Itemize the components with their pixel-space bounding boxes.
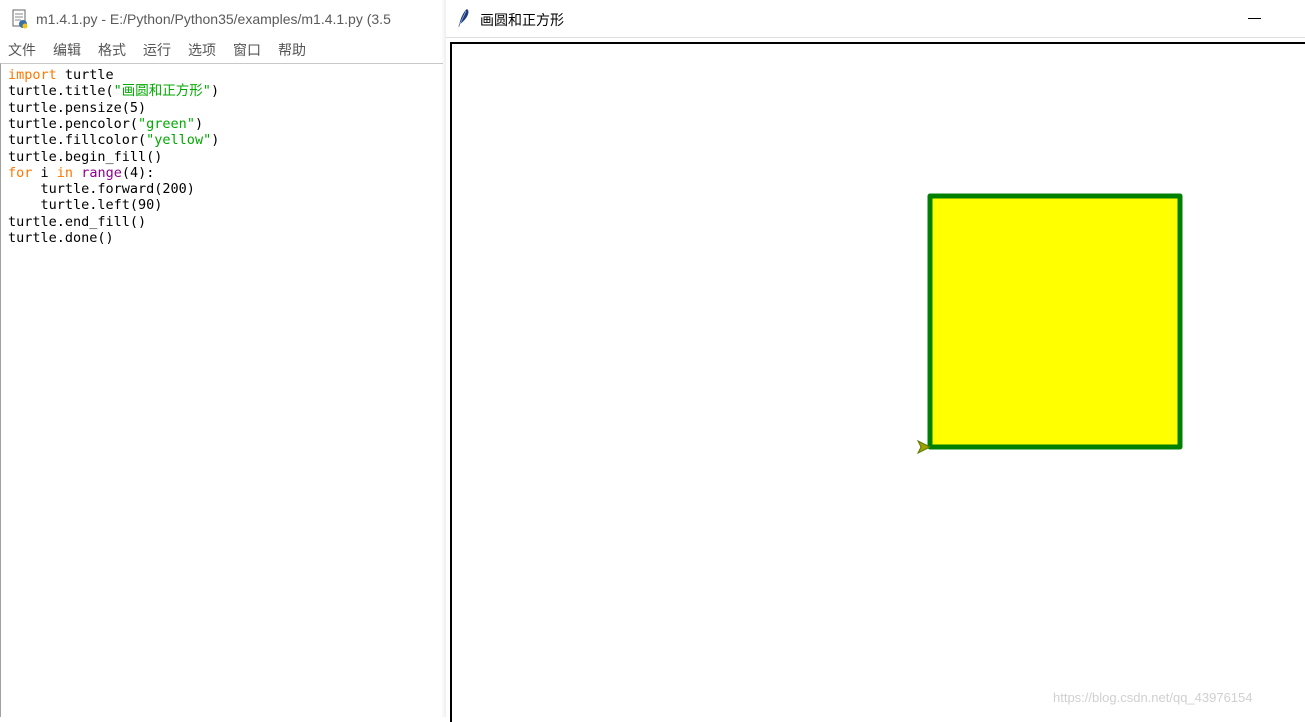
code-line: turtle.fillcolor("yellow") bbox=[8, 132, 219, 148]
idle-menu-bar: 文件 编辑 格式 运行 选项 窗口 帮助 bbox=[0, 38, 444, 62]
code-line: turtle.title("画圆和正方形") bbox=[8, 83, 219, 99]
code-token: turtle.pencolor( bbox=[8, 115, 139, 132]
code-token: for bbox=[8, 164, 33, 181]
code-token: i bbox=[32, 164, 57, 181]
code-token: (4): bbox=[121, 164, 155, 181]
menu-format[interactable]: 格式 bbox=[98, 40, 126, 60]
python-file-icon bbox=[10, 9, 30, 29]
menu-window[interactable]: 窗口 bbox=[233, 40, 261, 60]
code-token: ) bbox=[210, 83, 220, 100]
code-token: turtle.pensize(5) bbox=[8, 99, 147, 116]
code-token: turtle.left(90) bbox=[8, 197, 163, 214]
minimize-button[interactable] bbox=[1242, 0, 1268, 36]
code-token: turtle.forward(200) bbox=[8, 181, 195, 198]
code-token: in bbox=[56, 164, 74, 181]
code-token: "画圆和正方形" bbox=[113, 83, 211, 100]
code-line: turtle.left(90) bbox=[8, 197, 163, 214]
minimize-icon bbox=[1248, 18, 1261, 19]
turtle-title-bar[interactable]: 画圆和正方形 bbox=[446, 0, 1305, 38]
code-line: turtle.forward(200) bbox=[8, 181, 195, 197]
menu-options[interactable]: 选项 bbox=[188, 40, 216, 60]
code-token: ) bbox=[194, 115, 204, 132]
turtle-graphics-window: 画圆和正方形 bbox=[446, 0, 1305, 722]
code-line: import turtle bbox=[8, 67, 114, 83]
code-token: range bbox=[81, 164, 122, 181]
code-token: "green" bbox=[138, 115, 195, 132]
menu-run[interactable]: 运行 bbox=[143, 40, 171, 60]
turtle-window-title: 画圆和正方形 bbox=[480, 13, 564, 29]
code-token: turtle.done() bbox=[8, 230, 114, 246]
code-editor[interactable]: import turtle turtle.title("画圆和正方形") turtl… bbox=[0, 63, 443, 717]
menu-file[interactable]: 文件 bbox=[8, 40, 36, 60]
menu-edit[interactable]: 编辑 bbox=[53, 40, 81, 60]
idle-title-bar[interactable]: m1.4.1.py - E:/Python/Python35/examples/… bbox=[0, 0, 444, 37]
code-line: turtle.begin_fill() bbox=[8, 149, 162, 165]
code-token: turtle.title( bbox=[8, 83, 114, 100]
code-line: turtle.pensize(5) bbox=[8, 100, 146, 116]
menu-help[interactable]: 帮助 bbox=[278, 40, 306, 60]
code-line: turtle.pencolor("green") bbox=[8, 116, 203, 132]
idle-editor-window: m1.4.1.py - E:/Python/Python35/examples/… bbox=[0, 0, 444, 717]
code-token: turtle.begin_fill() bbox=[8, 148, 163, 165]
code-line: turtle.done() bbox=[8, 230, 114, 246]
watermark: https://blog.csdn.net/qq_43976154 bbox=[1053, 690, 1253, 705]
code-token: turtle.fillcolor( bbox=[8, 132, 147, 149]
code-token: turtle bbox=[56, 67, 114, 83]
code-token: turtle.end_fill() bbox=[8, 213, 147, 230]
code-line: turtle.end_fill() bbox=[8, 214, 146, 230]
code-token: "yellow" bbox=[146, 132, 212, 149]
turtle-drawing bbox=[916, 193, 1183, 455]
feather-icon bbox=[456, 8, 472, 28]
turtle-canvas[interactable] bbox=[450, 42, 1305, 722]
code-line: for i in range(4): bbox=[8, 165, 154, 181]
yellow-square bbox=[927, 193, 1183, 450]
idle-window-title: m1.4.1.py - E:/Python/Python35/examples/… bbox=[36, 10, 391, 27]
code-token: import bbox=[8, 67, 57, 83]
code-token: ) bbox=[211, 132, 220, 149]
